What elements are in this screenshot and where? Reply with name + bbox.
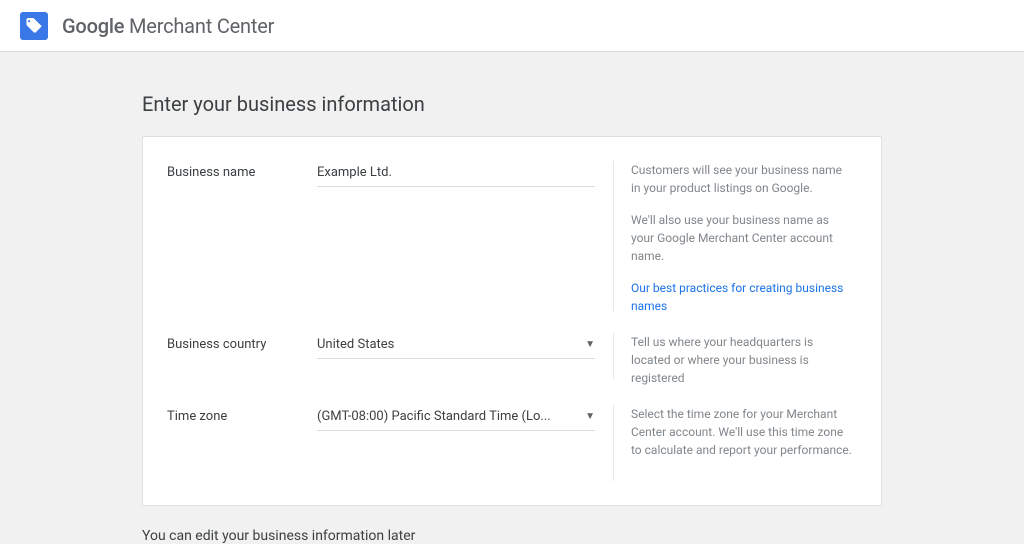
footer-note: You can edit your business information l…	[142, 528, 882, 544]
time-zone-help: Select the time zone for your Merchant C…	[631, 405, 853, 459]
business-country-value: United States	[317, 337, 394, 352]
app-header: Google Merchant Center	[0, 0, 1024, 52]
business-name-label: Business name	[167, 161, 317, 180]
brand-google: Google	[62, 14, 124, 38]
divider	[613, 161, 614, 311]
merchant-center-icon	[20, 12, 48, 40]
business-info-card: Business name Customers will see your bu…	[142, 136, 882, 506]
time-zone-value: (GMT-08:00) Pacific Standard Time (Lo...	[317, 409, 551, 424]
business-country-select[interactable]: United States ▼	[317, 333, 595, 359]
divider	[613, 333, 614, 379]
chevron-down-icon: ▼	[585, 411, 595, 422]
business-name-row: Business name Customers will see your bu…	[167, 161, 853, 315]
chevron-down-icon: ▼	[585, 339, 595, 350]
page-title: Enter your business information	[142, 92, 882, 116]
price-tag-icon	[25, 17, 43, 35]
business-country-help: Tell us where your headquarters is locat…	[631, 333, 853, 387]
best-practices-link[interactable]: Our best practices for creating business…	[631, 281, 843, 313]
time-zone-label: Time zone	[167, 405, 317, 424]
business-name-help: Customers will see your business name in…	[631, 161, 853, 315]
business-country-row: Business country United States ▼ Tell us…	[167, 333, 853, 387]
divider	[613, 405, 614, 481]
content-area: Enter your business information Business…	[0, 52, 1024, 544]
business-country-label: Business country	[167, 333, 317, 352]
app-title: Google Merchant Center	[62, 14, 274, 38]
business-name-input[interactable]	[317, 161, 595, 187]
brand-product: Merchant Center	[124, 14, 274, 38]
time-zone-row: Time zone (GMT-08:00) Pacific Standard T…	[167, 405, 853, 481]
time-zone-select[interactable]: (GMT-08:00) Pacific Standard Time (Lo...…	[317, 405, 595, 431]
